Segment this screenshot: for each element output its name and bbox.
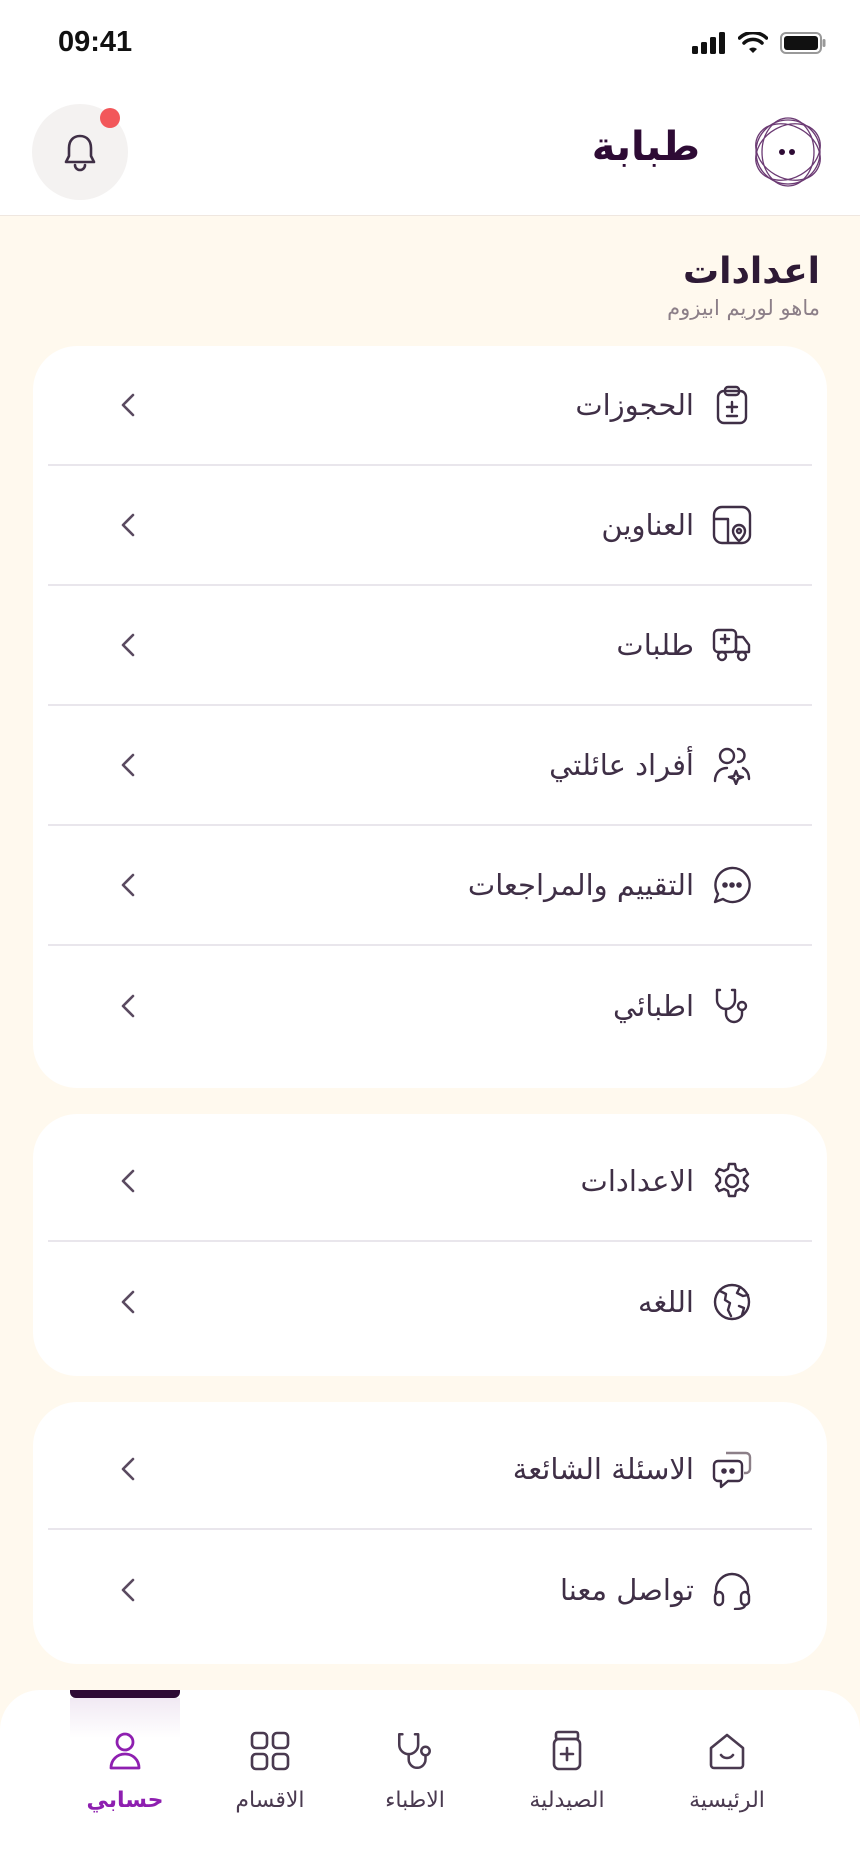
tab-pharmacy[interactable]: الصيدلية	[507, 1726, 627, 1813]
tab-doctors[interactable]: الاطباء	[355, 1726, 475, 1813]
booking-clipboard-icon	[710, 383, 754, 427]
notifications-button[interactable]	[32, 104, 128, 200]
chevron-left-icon	[121, 633, 135, 657]
chevron-left-icon	[121, 1578, 135, 1602]
menu-card-settings: الاعدادات اللغه	[33, 1114, 827, 1376]
chevron-left-icon	[121, 753, 135, 777]
tab-label: حسابي	[86, 1788, 164, 1813]
menu-item-settings[interactable]: الاعدادات	[48, 1122, 812, 1242]
pharmacy-icon	[507, 1726, 627, 1776]
home-icon	[667, 1726, 787, 1776]
tab-label: الاطباء	[385, 1788, 445, 1813]
family-members-icon	[710, 743, 754, 787]
tab-label: الرئيسية	[689, 1788, 765, 1813]
user-icon	[65, 1726, 185, 1776]
menu-item-label: اللغه	[637, 1285, 694, 1319]
status-time: 09:41	[58, 26, 133, 58]
brand-logo-icon	[755, 117, 821, 187]
status-icons	[692, 32, 826, 54]
tab-label: الاقسام	[235, 1788, 305, 1813]
chevron-left-icon	[121, 393, 135, 417]
menu-item-faq[interactable]: الاسئلة الشائعة	[48, 1410, 812, 1530]
menu-card-support: الاسئلة الشائعة تواصل معنا	[33, 1402, 827, 1664]
battery-icon	[780, 32, 826, 54]
signal-icon	[692, 32, 725, 54]
brand-name: طبابة	[591, 124, 700, 170]
menu-item-my-doctors[interactable]: اطبائي	[48, 946, 812, 1066]
wifi-icon	[738, 32, 768, 53]
page-header: اعدادات ماهو لوريم ابيزوم	[667, 250, 820, 320]
menu-item-label: الاعدادات	[580, 1164, 694, 1198]
stethoscope-icon	[355, 1726, 475, 1776]
address-map-icon	[710, 503, 754, 547]
notification-dot	[100, 108, 120, 128]
chevron-left-icon	[121, 994, 135, 1018]
menu-item-language[interactable]: اللغه	[48, 1242, 812, 1362]
menu-item-reviews[interactable]: التقييم والمراجعات	[48, 826, 812, 946]
menu-item-contact-us[interactable]: تواصل معنا	[48, 1530, 812, 1650]
categories-icon	[210, 1726, 330, 1776]
bottom-tab-bar: حسابي الاقسام الاطباء الصيدلية الرئيسية	[0, 1690, 860, 1864]
tab-label: الصيدلية	[529, 1788, 605, 1813]
globe-icon	[710, 1280, 754, 1324]
menu-item-label: التقييم والمراجعات	[467, 868, 694, 902]
delivery-truck-icon	[710, 623, 754, 667]
chevron-left-icon	[121, 513, 135, 537]
active-tab-indicator	[70, 1690, 180, 1698]
menu-item-label: الحجوزات	[575, 388, 694, 422]
menu-item-label: طلبات	[616, 628, 694, 662]
top-bar: 09:41 طبابة	[0, 0, 860, 216]
chevron-left-icon	[121, 1169, 135, 1193]
menu-item-orders[interactable]: طلبات	[48, 586, 812, 706]
menu-item-label: العناوين	[601, 508, 694, 542]
gear-icon	[710, 1159, 754, 1203]
tab-my-account[interactable]: حسابي	[65, 1726, 185, 1813]
headset-icon	[710, 1568, 754, 1612]
faq-chat-icon	[710, 1447, 754, 1491]
menu-item-label: أفراد عائلتي	[549, 748, 694, 782]
menu-card-account: الحجوزات العناوين طلبات أفراد عائلتي الت…	[33, 346, 827, 1088]
chevron-left-icon	[121, 1457, 135, 1481]
menu-item-family-members[interactable]: أفراد عائلتي	[48, 706, 812, 826]
tab-categories[interactable]: الاقسام	[210, 1726, 330, 1813]
page-title: اعدادات	[682, 251, 820, 292]
menu-item-label: تواصل معنا	[559, 1573, 694, 1607]
menu-item-bookings[interactable]: الحجوزات	[48, 346, 812, 466]
menu-item-label: الاسئلة الشائعة	[512, 1452, 694, 1486]
tab-home[interactable]: الرئيسية	[667, 1726, 787, 1813]
bell-icon	[64, 134, 96, 172]
stethoscope-icon	[710, 984, 754, 1028]
chevron-left-icon	[121, 873, 135, 897]
menu-item-addresses[interactable]: العناوين	[48, 466, 812, 586]
page-subtitle: ماهو لوريم ابيزوم	[667, 296, 820, 320]
chat-review-icon	[710, 863, 754, 907]
menu-item-label: اطبائي	[613, 989, 694, 1023]
chevron-left-icon	[121, 1290, 135, 1314]
